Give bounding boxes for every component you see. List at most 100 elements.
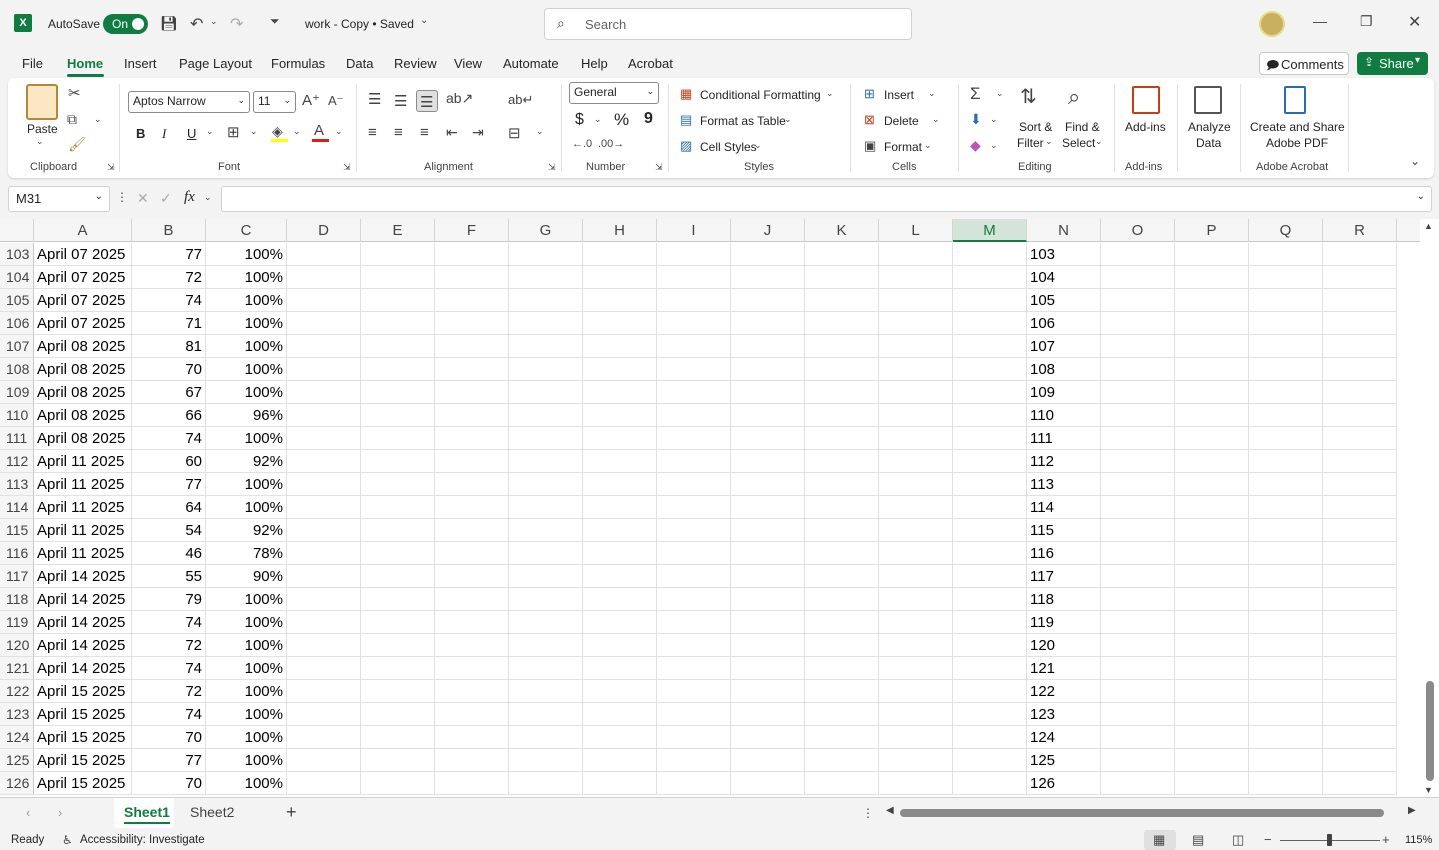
cell-f[interactable] — [435, 680, 509, 703]
cell-p[interactable] — [1175, 565, 1249, 588]
column-header-f[interactable]: F — [435, 219, 509, 242]
cell-l[interactable] — [879, 703, 953, 726]
cell-i[interactable] — [657, 243, 731, 266]
zoom-slider-thumb[interactable] — [1327, 834, 1332, 846]
cell-q[interactable] — [1249, 427, 1323, 450]
autosum-icon[interactable]: Σ — [970, 84, 981, 104]
cell-f[interactable] — [435, 542, 509, 565]
autosave-toggle[interactable]: On — [103, 14, 148, 34]
row-header[interactable]: 121 — [0, 657, 34, 680]
horizontal-scroll-thumb[interactable] — [900, 809, 1384, 817]
middle-align-icon[interactable]: ☰ — [394, 92, 407, 110]
cell-j[interactable] — [731, 381, 805, 404]
conditional-formatting-icon[interactable]: ▦ — [680, 86, 692, 102]
tab-acrobat[interactable]: Acrobat — [628, 56, 673, 71]
cell-i[interactable] — [657, 312, 731, 335]
dialog-launcher-icon[interactable]: ⇲ — [548, 162, 556, 173]
font-color-icon[interactable]: A — [314, 122, 324, 139]
cell-o[interactable] — [1101, 519, 1175, 542]
cell-o[interactable] — [1101, 289, 1175, 312]
decrease-decimal-icon[interactable]: .00→ — [598, 138, 624, 150]
cell-d[interactable] — [287, 565, 361, 588]
cell-r[interactable] — [1323, 243, 1397, 266]
row-header[interactable]: 117 — [0, 565, 34, 588]
tab-review[interactable]: Review — [394, 56, 437, 71]
format-cells-icon[interactable]: ▣ — [864, 138, 876, 154]
row-header[interactable]: 111 — [0, 427, 34, 450]
cell-c[interactable]: 100% — [206, 588, 287, 611]
cell-i[interactable] — [657, 519, 731, 542]
cell-q[interactable] — [1249, 473, 1323, 496]
cell-e[interactable] — [361, 358, 435, 381]
cell-i[interactable] — [657, 680, 731, 703]
cell-k[interactable] — [805, 358, 879, 381]
analyze-data-label-1[interactable]: Analyze — [1188, 120, 1231, 134]
cell-g[interactable] — [509, 243, 583, 266]
row-header[interactable]: 116 — [0, 542, 34, 565]
cell-d[interactable] — [287, 680, 361, 703]
cell-l[interactable] — [879, 243, 953, 266]
bottom-align-button[interactable]: ☰ — [416, 90, 438, 112]
cell-i[interactable] — [657, 473, 731, 496]
row-header[interactable]: 109 — [0, 381, 34, 404]
row-header[interactable]: 104 — [0, 266, 34, 289]
cell-a[interactable]: April 11 2025 — [34, 473, 132, 496]
cell-c[interactable]: 100% — [206, 703, 287, 726]
cell-i[interactable] — [657, 772, 731, 795]
cell-i[interactable] — [657, 565, 731, 588]
cell-d[interactable] — [287, 703, 361, 726]
cell-c[interactable]: 100% — [206, 680, 287, 703]
cell-g[interactable] — [509, 726, 583, 749]
format-as-table-icon[interactable]: ▤ — [680, 112, 692, 128]
scroll-left-icon[interactable]: ◀ — [886, 805, 894, 816]
cell-b[interactable]: 70 — [132, 358, 206, 381]
cell-b[interactable]: 67 — [132, 381, 206, 404]
cell-i[interactable] — [657, 266, 731, 289]
cell-j[interactable] — [731, 473, 805, 496]
cell-l[interactable] — [879, 404, 953, 427]
sheet-tab-sheet2[interactable]: Sheet2 — [190, 804, 234, 820]
cell-k[interactable] — [805, 680, 879, 703]
find-select-label-1[interactable]: Find & — [1065, 120, 1100, 134]
cell-r[interactable] — [1323, 611, 1397, 634]
page-layout-view-icon[interactable]: ▤ — [1192, 832, 1204, 848]
cell-p[interactable] — [1175, 611, 1249, 634]
undo-dropdown-icon[interactable]: ⌄ — [210, 16, 218, 27]
cell-p[interactable] — [1175, 243, 1249, 266]
cell-a[interactable]: April 14 2025 — [34, 611, 132, 634]
cell-p[interactable] — [1175, 542, 1249, 565]
cell-c[interactable]: 100% — [206, 657, 287, 680]
cell-e[interactable] — [361, 335, 435, 358]
cell-b[interactable]: 74 — [132, 611, 206, 634]
cell-n[interactable]: 106 — [1027, 312, 1101, 335]
cell-l[interactable] — [879, 565, 953, 588]
cell-o[interactable] — [1101, 404, 1175, 427]
next-sheet-icon[interactable]: › — [58, 805, 62, 820]
cell-h[interactable] — [583, 703, 657, 726]
cell-q[interactable] — [1249, 404, 1323, 427]
cell-d[interactable] — [287, 450, 361, 473]
create-pdf-label-2[interactable]: Adobe PDF — [1266, 136, 1328, 150]
cell-b[interactable]: 64 — [132, 496, 206, 519]
cell-g[interactable] — [509, 473, 583, 496]
cell-k[interactable] — [805, 565, 879, 588]
cell-a[interactable]: April 11 2025 — [34, 519, 132, 542]
cell-i[interactable] — [657, 335, 731, 358]
row-header[interactable]: 120 — [0, 634, 34, 657]
cell-b[interactable]: 46 — [132, 542, 206, 565]
create-pdf-label-1[interactable]: Create and Share — [1250, 120, 1345, 134]
cell-q[interactable] — [1249, 381, 1323, 404]
cell-d[interactable] — [287, 634, 361, 657]
cell-j[interactable] — [731, 243, 805, 266]
cell-l[interactable] — [879, 427, 953, 450]
cell-h[interactable] — [583, 565, 657, 588]
cell-k[interactable] — [805, 726, 879, 749]
cell-g[interactable] — [509, 611, 583, 634]
normal-view-button[interactable]: ▦ — [1144, 830, 1176, 850]
cell-k[interactable] — [805, 473, 879, 496]
cell-o[interactable] — [1101, 542, 1175, 565]
tab-automate[interactable]: Automate — [503, 56, 559, 71]
cell-m[interactable] — [953, 772, 1027, 795]
cell-l[interactable] — [879, 772, 953, 795]
row-header[interactable]: 118 — [0, 588, 34, 611]
